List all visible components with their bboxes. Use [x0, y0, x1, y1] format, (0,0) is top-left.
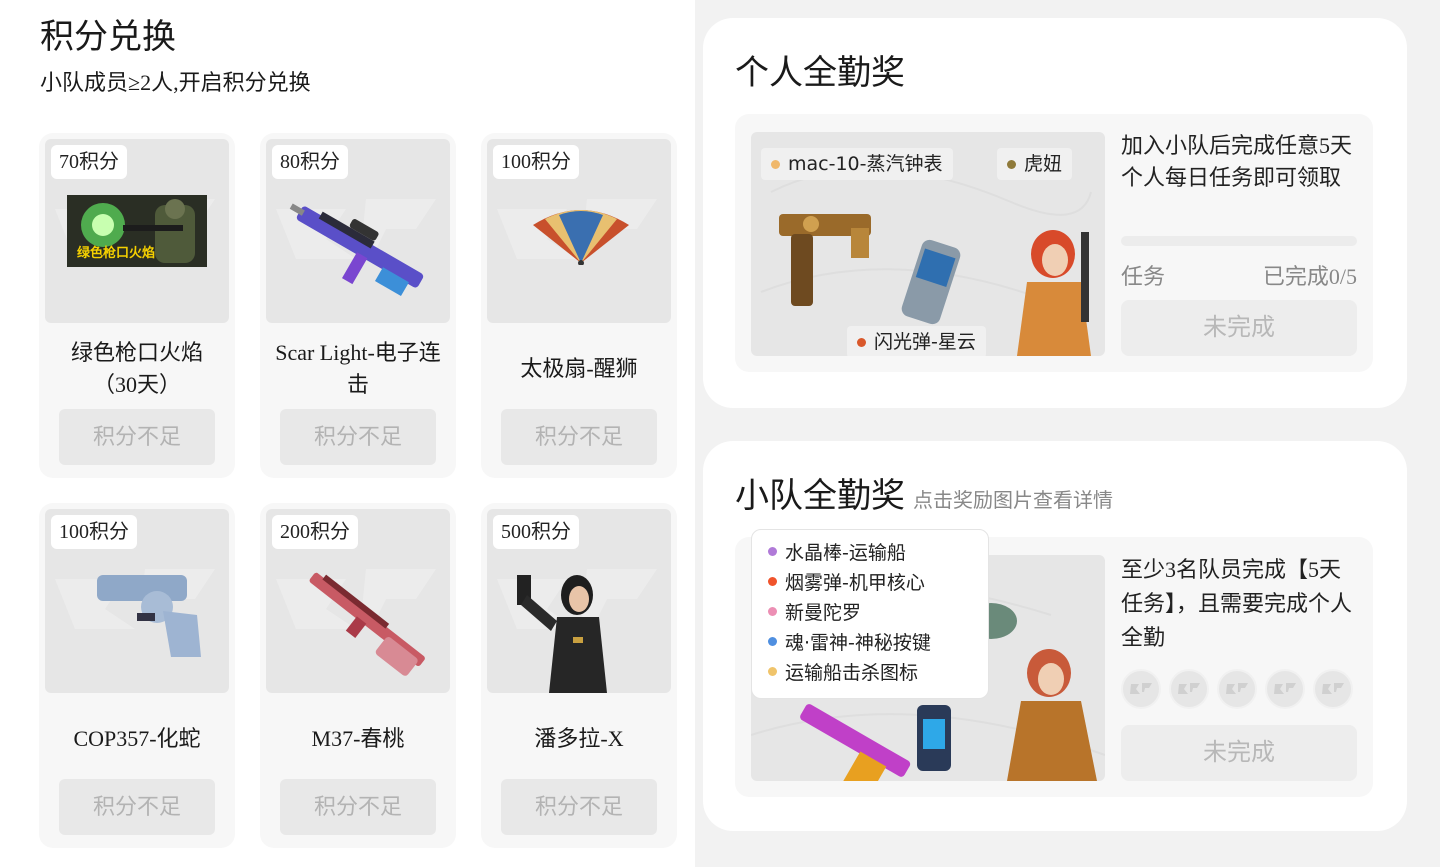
reward-tag: 虎妞: [997, 148, 1073, 180]
reward-name: 绿色枪口火焰 （30天）: [70, 340, 203, 397]
cf-logo-icon: [1178, 683, 1200, 694]
personal-progress-bar: [1121, 236, 1357, 246]
team-hint: 点击奖励图片查看详情: [913, 490, 1113, 512]
points-badge: 80积分: [272, 145, 348, 179]
points-badge: 100积分: [493, 145, 579, 179]
fan-icon: [533, 210, 629, 265]
points-badge: 500积分: [493, 515, 579, 549]
image-caption: 绿色枪口火焰: [77, 245, 155, 261]
exchange-card: 绿色枪口火焰 70积分 绿色枪口火焰 （30天） 积分不足: [39, 133, 235, 478]
member-slot: [1121, 669, 1161, 709]
exchange-subtitle: 小队成员≥2人,开启积分兑换: [40, 70, 311, 95]
tag-dot: [1007, 159, 1016, 169]
exchange-button[interactable]: 积分不足: [280, 409, 436, 465]
member-slot: [1169, 669, 1209, 709]
member-slot: [1313, 669, 1353, 709]
pistol-icon: [97, 575, 201, 657]
team-reward-box: 水晶棒-运输船 烟雾弹-机甲核心 新曼陀罗 魂·雷神-神秘按键 运输船击杀图标 …: [735, 529, 1373, 797]
muzzle-flame-icon: 绿色枪口火焰: [67, 195, 207, 267]
tag-label: 闪光弹-星云: [874, 331, 976, 353]
points-badge: 70积分: [51, 145, 127, 179]
exchange-button[interactable]: 积分不足: [59, 409, 215, 465]
task-count: 已完成0/5: [1262, 264, 1357, 289]
legend-item: 运输船击杀图标: [768, 656, 988, 686]
exchange-button[interactable]: 积分不足: [280, 779, 436, 835]
personal-attendance-panel: 个人全勤奖 mac-10-蒸汽钟表 虎妞 闪光弹-星云 加入小队后完成任意5天个…: [703, 18, 1407, 408]
cf-logo-icon: [1274, 683, 1296, 694]
legend-label: 新曼陀罗: [785, 601, 862, 624]
exchange-button[interactable]: 积分不足: [501, 779, 657, 835]
reward-name: M37-春桃: [311, 726, 405, 751]
personal-reward-box: mac-10-蒸汽钟表 虎妞 闪光弹-星云 加入小队后完成任意5天个人每日任务即…: [735, 114, 1373, 372]
personal-title: 个人全勤奖: [735, 55, 905, 92]
legend-item: 烟雾弹-机甲核心: [768, 566, 988, 596]
member-slot: [1265, 669, 1305, 709]
exchange-button[interactable]: 积分不足: [59, 779, 215, 835]
reward-legend: 水晶棒-运输船 烟雾弹-机甲核心 新曼陀罗 魂·雷神-神秘按键 运输船击杀图标: [751, 529, 989, 699]
legend-dot: [768, 606, 777, 616]
legend-item: 魂·雷神-神秘按键: [768, 626, 988, 656]
rifle-icon: [289, 203, 424, 297]
task-label: 任务: [1121, 264, 1166, 289]
reward-name: COP357-化蛇: [73, 726, 201, 751]
team-claim-button[interactable]: 未完成: [1121, 725, 1357, 781]
exchange-card: 80积分 Scar Light-电子连 击 积分不足: [260, 133, 456, 478]
shotgun-icon: [309, 572, 425, 676]
tag-label: 虎妞: [1024, 153, 1063, 175]
legend-dot: [768, 546, 777, 556]
reward-name: Scar Light-电子连 击: [275, 340, 441, 397]
legend-label: 烟雾弹-机甲核心: [785, 571, 925, 594]
member-slot: [1217, 669, 1257, 709]
cf-logo-icon: [1226, 683, 1248, 694]
team-member-slots: [1121, 669, 1353, 709]
tag-dot: [857, 337, 866, 347]
team-attendance-panel: 小队全勤奖 点击奖励图片查看详情 水晶棒-运输船 烟雾弹-机甲核心 新曼陀罗 魂…: [703, 441, 1407, 831]
legend-label: 水晶棒-运输船: [785, 541, 906, 564]
team-description: 至少3名队员完成【5天任务】，且需要完成个人全勤: [1121, 557, 1353, 650]
legend-dot: [768, 636, 777, 646]
reward-tag: mac-10-蒸汽钟表: [761, 148, 953, 180]
reward-name: 太极扇-醒狮: [520, 356, 638, 381]
legend-item: 新曼陀罗: [768, 596, 988, 626]
personal-description: 加入小队后完成任意5天个人每日任务即可领取: [1121, 133, 1353, 190]
reward-name: 潘多拉-X: [534, 726, 624, 751]
tag-dot: [771, 159, 780, 169]
exchange-button[interactable]: 积分不足: [501, 409, 657, 465]
points-badge: 100积分: [51, 515, 137, 549]
team-title-row: 小队全勤奖 点击奖励图片查看详情: [735, 475, 1113, 523]
reward-tag: 闪光弹-星云: [847, 326, 986, 356]
exchange-card: 100积分 COP357-化蛇 积分不足: [39, 503, 235, 848]
legend-dot: [768, 666, 777, 676]
cf-logo-icon: [1130, 683, 1152, 694]
cf-logo-icon: [1322, 683, 1344, 694]
points-exchange-section: 积分兑换 小队成员≥2人,开启积分兑换 绿色枪口火焰 70积分 绿色枪口火焰 （…: [0, 0, 695, 867]
legend-label: 魂·雷神-神秘按键: [785, 631, 931, 654]
exchange-title: 积分兑换: [40, 19, 176, 56]
exchange-card: 200积分 M37-春桃 积分不足: [260, 503, 456, 848]
character-icon: [517, 575, 607, 693]
legend-label: 运输船击杀图标: [785, 661, 919, 684]
team-title: 小队全勤奖: [735, 478, 905, 515]
exchange-card: 500积分 潘多拉-X 积分不足: [481, 503, 677, 848]
tag-label: mac-10-蒸汽钟表: [788, 153, 943, 175]
personal-reward-image[interactable]: mac-10-蒸汽钟表 虎妞 闪光弹-星云: [751, 132, 1105, 356]
legend-item: 水晶棒-运输船: [768, 536, 988, 566]
exchange-card: 100积分 太极扇-醒狮 积分不足: [481, 133, 677, 478]
points-badge: 200积分: [272, 515, 358, 549]
legend-dot: [768, 576, 777, 586]
personal-claim-button[interactable]: 未完成: [1121, 300, 1357, 356]
